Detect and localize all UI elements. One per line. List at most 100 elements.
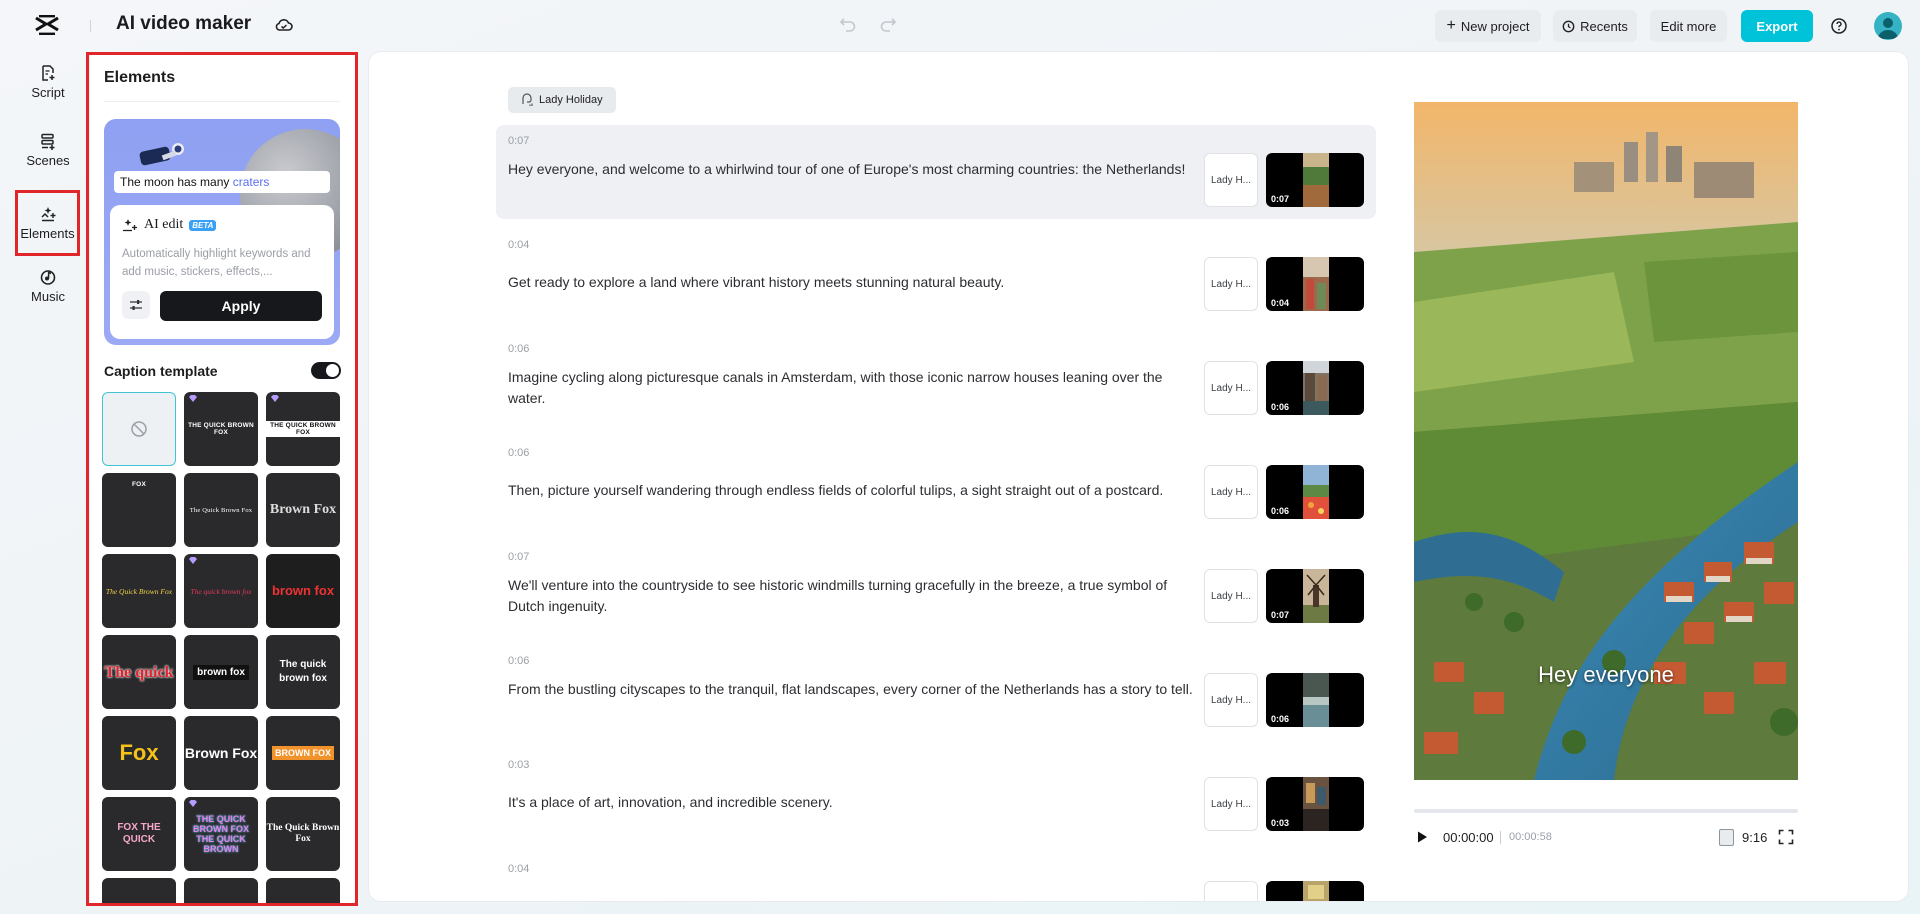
scene-text[interactable]: Imagine cycling along picturesque canals… xyxy=(508,367,1198,409)
time-separator xyxy=(1500,831,1501,844)
template-the-quick-brown-fox-box[interactable]: The Quick Brown Fox xyxy=(266,797,340,871)
play-icon[interactable] xyxy=(1414,829,1430,845)
redo-icon[interactable] xyxy=(878,14,898,34)
export-button[interactable]: Export xyxy=(1741,10,1813,42)
scene-row[interactable]: 0:07 We'll venture into the countryside … xyxy=(496,541,1376,635)
template-the-quick-brown-fox-yellow[interactable]: The quick brown fox xyxy=(266,635,340,709)
template-text: The quick xyxy=(104,663,174,681)
template-highlight-bar[interactable]: THE QUICK BROWN FOX xyxy=(266,392,340,466)
template-partial[interactable] xyxy=(102,878,176,903)
sidebar-item-elements[interactable]: Elements xyxy=(15,190,80,256)
template-quick-brown-fox-caps[interactable]: THE QUICK BROWN FOX xyxy=(184,392,258,466)
template-fox-small[interactable]: FOX xyxy=(102,473,176,547)
scene-row[interactable]: 0:06 Imagine cycling along picturesque c… xyxy=(496,333,1376,427)
scene-row[interactable]: 0:06 Then, picture yourself wandering th… xyxy=(496,437,1376,531)
playback-scrubber[interactable] xyxy=(1414,809,1798,813)
template-brown-fox-orange[interactable]: BROWN FOX xyxy=(266,716,340,790)
fullscreen-icon[interactable] xyxy=(1778,829,1794,845)
scene-thumbnail[interactable]: 0:03 xyxy=(1266,777,1364,831)
template-brown-fox-bold[interactable]: Brown Fox xyxy=(184,716,258,790)
app-title: AI video maker xyxy=(116,13,252,34)
premium-gem-icon xyxy=(271,395,279,402)
scene-text[interactable]: From the bustling cityscapes to the tran… xyxy=(508,679,1198,700)
scene-voice-button[interactable]: Lady H... xyxy=(1204,777,1258,831)
sidebar-item-music[interactable]: Music xyxy=(16,268,80,330)
total-time: 00:00:58 xyxy=(1509,831,1552,843)
scene-thumbnail[interactable]: 0:06 xyxy=(1266,673,1364,727)
template-script-yellow[interactable]: The Quick Brown Fox xyxy=(102,554,176,628)
scene-voice-button[interactable]: Lady H... xyxy=(1204,153,1258,207)
elements-panel: Elements The moon has many craters AI ed… xyxy=(90,55,355,903)
scene-voice-button[interactable]: Lady H... xyxy=(1204,465,1258,519)
template-brown-fox-serif[interactable]: Brown Fox xyxy=(266,473,340,547)
sidebar-item-script[interactable]: Script xyxy=(16,64,80,126)
scene-thumbnail[interactable]: 0:06 xyxy=(1266,465,1364,519)
template-brown-fox-dark[interactable]: brown fox xyxy=(184,635,258,709)
scene-text[interactable]: Then, picture yourself wandering through… xyxy=(508,480,1198,501)
scene-row[interactable]: 0:07 Hey everyone, and welcome to a whir… xyxy=(496,125,1376,219)
scene-time: 0:04 xyxy=(508,239,530,251)
scene-text[interactable]: Get ready to explore a land where vibran… xyxy=(508,272,1198,293)
scene-row[interactable]: 0:04 xyxy=(496,853,1376,901)
plus-icon: + xyxy=(1446,17,1456,34)
template-none[interactable] xyxy=(102,392,176,466)
beta-badge: BETA xyxy=(189,219,217,231)
template-fox-yellow[interactable]: Fox xyxy=(102,716,176,790)
sidebar-item-label: Scenes xyxy=(26,153,70,168)
scene-time: 0:07 xyxy=(508,135,530,147)
scene-voice-button[interactable]: Lady H... xyxy=(1204,257,1258,311)
divider xyxy=(104,101,340,102)
sidebar-item-scenes[interactable]: Scenes xyxy=(16,132,80,194)
scene-row[interactable]: 0:04 Get ready to explore a land where v… xyxy=(496,229,1376,323)
scene-thumbnail[interactable]: 0:07 xyxy=(1266,569,1364,623)
scene-text[interactable]: It's a place of art, innovation, and inc… xyxy=(508,792,1198,813)
sliders-icon xyxy=(130,300,142,310)
scene-thumbnail[interactable]: 0:04 xyxy=(1266,257,1364,311)
scene-voice-button[interactable]: Lady H... xyxy=(1204,673,1258,727)
scene-voice-button[interactable]: Lady H... xyxy=(1204,569,1258,623)
scene-duration: 0:04 xyxy=(1271,298,1290,308)
template-partial[interactable] xyxy=(184,878,258,903)
ai-edit-label: AI edit xyxy=(144,217,184,232)
caption-template-toggle[interactable] xyxy=(311,362,341,379)
scene-voice-button[interactable]: Lady H... xyxy=(1204,361,1258,415)
recents-label: Recents xyxy=(1580,18,1628,34)
template-neon-stack[interactable]: THE QUICK BROWN FOX THE QUICK BROWN xyxy=(184,797,258,871)
template-brown-fox-red[interactable]: brown fox xyxy=(266,554,340,628)
help-icon[interactable] xyxy=(1830,17,1848,35)
ai-settings-button[interactable] xyxy=(122,291,150,319)
scene-text[interactable]: Hey everyone, and welcome to a whirlwind… xyxy=(508,159,1198,180)
scene-time: 0:04 xyxy=(508,863,530,875)
cloud-sync-icon[interactable] xyxy=(274,15,294,35)
music-icon xyxy=(40,270,56,285)
template-the-quick-red[interactable]: The quick xyxy=(102,635,176,709)
template-serif-quick-brown-fox[interactable]: The Quick Brown Fox xyxy=(184,473,258,547)
template-partial[interactable] xyxy=(266,878,340,903)
new-project-button[interactable]: + New project xyxy=(1435,10,1541,42)
scene-row[interactable]: 0:06 From the bustling cityscapes to the… xyxy=(496,645,1376,739)
template-text: FOX xyxy=(132,481,146,488)
capcut-logo-icon[interactable] xyxy=(34,14,60,36)
aspect-ratio-label[interactable]: 9:16 xyxy=(1742,830,1767,845)
no-template-icon xyxy=(131,421,147,437)
recents-button[interactable]: Recents xyxy=(1553,10,1637,42)
scene-thumbnail[interactable]: 0:07 xyxy=(1266,153,1364,207)
title-separator xyxy=(90,20,91,32)
scene-image xyxy=(1303,569,1329,623)
edit-more-button[interactable]: Edit more xyxy=(1650,10,1727,42)
scene-voice-button[interactable] xyxy=(1204,881,1258,901)
scene-time: 0:07 xyxy=(508,551,530,563)
sidebar-item-label: Music xyxy=(31,289,65,304)
scene-row[interactable]: 0:03 It's a place of art, innovation, an… xyxy=(496,749,1376,843)
undo-icon[interactable] xyxy=(838,14,858,34)
scene-thumbnail[interactable] xyxy=(1266,881,1364,901)
avatar[interactable] xyxy=(1874,12,1902,40)
video-preview[interactable]: Hey everyone xyxy=(1414,102,1798,780)
template-fox-the-quick-pink[interactable]: FOX THE QUICK xyxy=(102,797,176,871)
scene-thumbnail[interactable]: 0:06 xyxy=(1266,361,1364,415)
voice-selector[interactable]: Lady Holiday xyxy=(508,87,616,113)
scene-text[interactable]: We'll venture into the countryside to se… xyxy=(508,575,1198,617)
apply-button[interactable]: Apply xyxy=(160,291,322,321)
template-script-red[interactable]: The quick brown fox xyxy=(184,554,258,628)
aspect-ratio-icon[interactable] xyxy=(1719,829,1734,846)
